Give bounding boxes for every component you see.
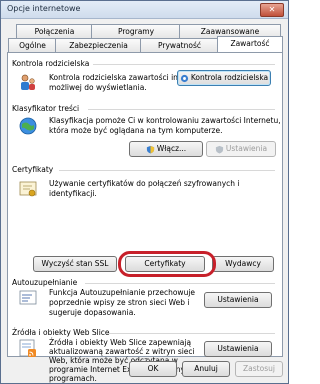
divider <box>107 333 275 334</box>
parental-control-button-label: Kontrola rodzicielska <box>190 73 269 82</box>
ok-button[interactable]: OK <box>129 361 177 377</box>
content-advisor-icon <box>19 117 37 135</box>
autocomplete-desc-line1: Funkcja Autouzupełnianie przechowuje <box>49 288 196 297</box>
feeds-settings-button[interactable]: Ustawienia <box>204 341 272 357</box>
tab-connections[interactable]: Połączenia <box>16 24 93 38</box>
feeds-section-label: Źródła i obiekty Web Slice <box>12 328 110 337</box>
feeds-icon <box>19 339 36 357</box>
close-button[interactable]: ✕ <box>260 3 284 17</box>
tab-security[interactable]: Zabezpieczenia <box>55 38 142 52</box>
apply-button[interactable]: Zastosuj <box>235 361 283 377</box>
tab-privacy[interactable]: Prywatność <box>140 38 219 52</box>
certificates-desc-line2: identyfikacji. <box>49 189 97 198</box>
certificate-icon <box>19 181 37 197</box>
tab-general[interactable]: Ogólne <box>8 38 57 52</box>
ratings-desc-line2: która może być oglądana na tym komputerz… <box>49 126 223 135</box>
internet-options-dialog: Opcje internetowe ✕ Połączenia Programy … <box>0 0 289 384</box>
title-bar: Opcje internetowe ✕ <box>1 1 288 19</box>
shield-icon <box>146 145 154 154</box>
parental-section-label: Kontrola rodzicielska <box>12 59 90 68</box>
ratings-settings-button-label: Ustawienia <box>225 144 268 153</box>
divider <box>88 109 275 110</box>
autocomplete-settings-button[interactable]: Ustawienia <box>204 292 272 308</box>
certificates-desc-line1: Używanie certyfikatów do połączeń szyfro… <box>49 179 240 188</box>
ratings-desc-line1: Klasyfikacja pomoże Ci w kontrolowaniu z… <box>49 116 281 125</box>
divider <box>93 64 275 65</box>
tab-content[interactable]: Zawartość <box>217 36 283 52</box>
autocomplete-section-label: Autouzupełnianie <box>12 278 78 287</box>
window-title: Opcje internetowe <box>7 4 81 13</box>
parental-control-button[interactable]: Kontrola rodzicielska <box>177 70 271 86</box>
divider <box>85 283 275 284</box>
parental-control-icon <box>21 74 35 90</box>
autocomplete-icon <box>19 290 37 305</box>
enable-ratings-button-label: Włącz... <box>156 144 187 153</box>
enable-ratings-button[interactable]: Włącz... <box>129 141 203 157</box>
parental-button-icon <box>180 74 188 82</box>
cancel-button[interactable]: Anuluj <box>182 361 230 377</box>
clear-ssl-state-button[interactable]: Wyczyść stan SSL <box>33 256 117 272</box>
ratings-settings-button[interactable]: Ustawienia <box>206 141 276 157</box>
shield-icon <box>215 145 223 154</box>
parental-desc-line2: możliwej do wyświetlania. <box>49 83 147 92</box>
autocomplete-desc-line3: sugeruje dopasowania. <box>49 308 136 317</box>
divider <box>59 170 275 171</box>
tab-programs[interactable]: Programy <box>91 24 181 38</box>
publishers-button[interactable]: Wydawcy <box>212 256 274 272</box>
ratings-section-label: Klasyfikator treści <box>12 104 80 113</box>
feeds-desc-line5: programach. <box>49 374 97 383</box>
autocomplete-desc-line2: poprzednie wpisy ze stron sieci Web i <box>49 298 190 307</box>
certificates-highlight-ellipse <box>118 251 216 277</box>
certificates-section-label: Certyfikaty <box>12 165 54 174</box>
